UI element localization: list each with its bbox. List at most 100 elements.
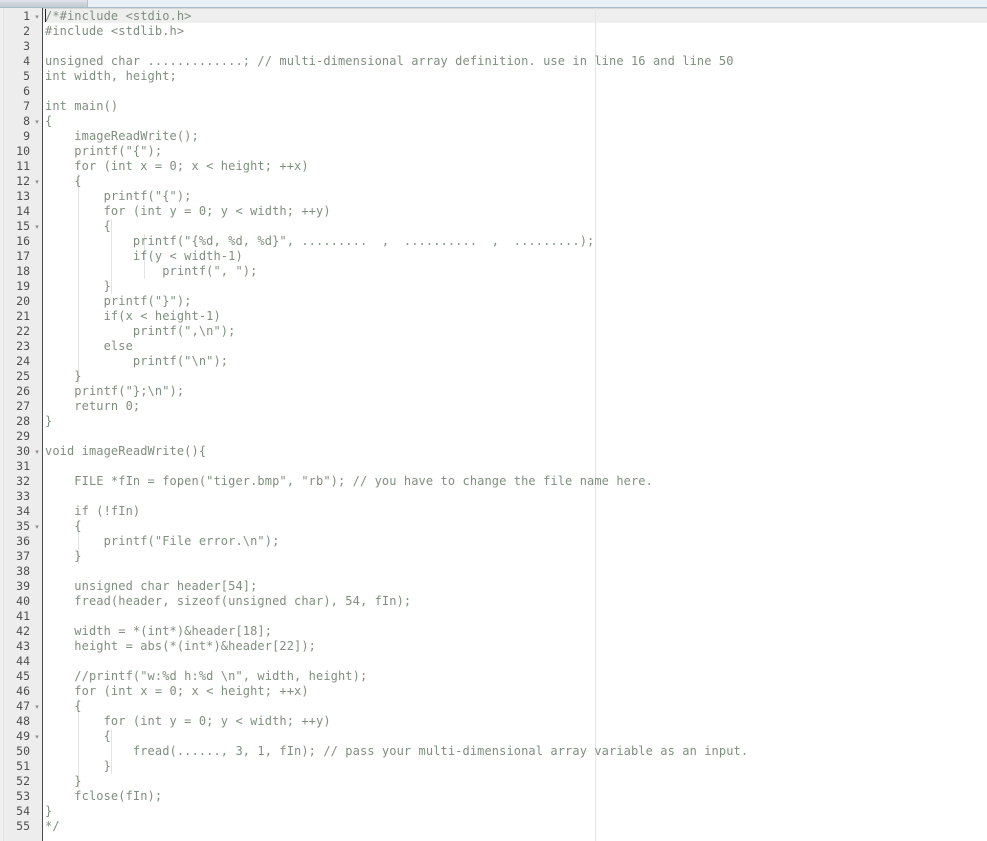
code-text: for (int x = 0; x < height; ++x) <box>45 684 309 698</box>
code-line[interactable]: 48 for (int y = 0; y < width; ++y) <box>0 714 987 729</box>
line-number: 44 <box>16 654 30 668</box>
code-line[interactable]: 47 ▾ { <box>0 699 987 714</box>
code-line[interactable]: 36 printf("File error.\n"); <box>0 534 987 549</box>
code-text: int width, height; <box>45 69 177 83</box>
editor-top-strip <box>0 0 987 8</box>
code-line[interactable]: 45 //printf("w:%d h:%d \n", width, heigh… <box>0 669 987 684</box>
code-line[interactable]: 37 } <box>0 549 987 564</box>
horizontal-scrollbar-track[interactable] <box>0 0 987 7</box>
code-text: FILE *fIn = fopen("tiger.bmp", "rb"); //… <box>45 474 653 488</box>
code-line[interactable]: 13 printf("{"); <box>0 189 987 204</box>
code-line[interactable]: 5 int width, height; <box>0 69 987 84</box>
code-line[interactable]: 4 unsigned char .............; // multi-d… <box>0 54 987 69</box>
fold-marker-icon[interactable]: ▾ <box>32 174 42 189</box>
code-text: printf(", "); <box>45 264 258 278</box>
code-line[interactable]: 23 else <box>0 339 987 354</box>
code-text: imageReadWrite(); <box>45 129 199 143</box>
code-line[interactable]: 51 } <box>0 759 987 774</box>
code-line[interactable]: 12 ▾ { <box>0 174 987 189</box>
code-line[interactable]: 19 } <box>0 279 987 294</box>
code-line[interactable]: 15 ▾ { <box>0 219 987 234</box>
code-line[interactable]: 30 ▾ void imageReadWrite(){ <box>0 444 987 459</box>
code-line[interactable]: 3 <box>0 39 987 54</box>
code-line[interactable]: 41 <box>0 609 987 624</box>
line-number: 1 <box>23 9 30 23</box>
code-line[interactable]: 52 } <box>0 774 987 789</box>
code-line[interactable]: 40 fread(header, sizeof(unsigned char), … <box>0 594 987 609</box>
code-line[interactable]: 16 printf("{%d, %d, %d}", ......... , ..… <box>0 234 987 249</box>
code-line[interactable]: 53 fclose(fIn); <box>0 789 987 804</box>
code-text: } <box>45 414 53 428</box>
code-line[interactable]: 27 return 0; <box>0 399 987 414</box>
fold-marker-icon[interactable]: ▾ <box>32 114 42 129</box>
horizontal-scrollbar-thumb[interactable] <box>0 0 88 7</box>
code-line[interactable]: 9 imageReadWrite(); <box>0 129 987 144</box>
code-line[interactable]: 6 <box>0 84 987 99</box>
code-line[interactable]: 33 <box>0 489 987 504</box>
code-text: { <box>45 729 111 743</box>
code-line[interactable]: 39 unsigned char header[54]; <box>0 579 987 594</box>
code-line[interactable]: 42 width = *(int*)&header[18]; <box>0 624 987 639</box>
code-line[interactable]: 38 <box>0 564 987 579</box>
fold-marker-icon[interactable]: ▾ <box>32 519 42 534</box>
code-text: printf("}"); <box>45 294 192 308</box>
code-line[interactable]: 22 printf(",\n"); <box>0 324 987 339</box>
code-line[interactable]: 10 printf("{"); <box>0 144 987 159</box>
code-line[interactable]: 34 if (!fIn) <box>0 504 987 519</box>
code-text: { <box>45 174 82 188</box>
code-line[interactable]: 14 for (int y = 0; y < width; ++y) <box>0 204 987 219</box>
line-number: 24 <box>16 354 30 368</box>
code-line[interactable]: 17 if(y < width-1) <box>0 249 987 264</box>
line-number: 48 <box>16 714 30 728</box>
fold-marker-icon[interactable]: ▾ <box>32 444 42 459</box>
code-text: } <box>45 549 82 563</box>
line-number: 36 <box>16 534 30 548</box>
code-text: fread(header, sizeof(unsigned char), 54,… <box>45 594 412 608</box>
code-line[interactable]: 25 } <box>0 369 987 384</box>
line-number: 27 <box>16 399 30 413</box>
code-line[interactable]: 8 ▾{ <box>0 114 987 129</box>
code-line[interactable]: 1 ▾/*#include <stdio.h> <box>0 9 987 24</box>
code-text: printf("{"); <box>45 144 163 158</box>
code-line[interactable]: 28} <box>0 414 987 429</box>
line-number: 33 <box>16 489 30 503</box>
code-line[interactable]: 50 fread(......, 3, 1, fIn); // pass you… <box>0 744 987 759</box>
line-number: 32 <box>16 474 30 488</box>
line-number: 31 <box>16 459 30 473</box>
code-line[interactable]: 7 int main() <box>0 99 987 114</box>
code-line[interactable]: 55 */ <box>0 819 987 834</box>
code-line[interactable]: 11 for (int x = 0; x < height; ++x) <box>0 159 987 174</box>
line-number: 7 <box>23 99 30 113</box>
fold-marker-icon[interactable]: ▾ <box>32 219 42 234</box>
code-line[interactable]: 46 for (int x = 0; x < height; ++x) <box>0 684 987 699</box>
code-line[interactable]: 32 FILE *fIn = fopen("tiger.bmp", "rb");… <box>0 474 987 489</box>
code-text: else <box>45 339 133 353</box>
code-line[interactable]: 20 printf("}"); <box>0 294 987 309</box>
code-line[interactable]: 2 #include <stdlib.h> <box>0 24 987 39</box>
line-number: 13 <box>16 189 30 203</box>
code-line[interactable]: 26 printf("};\n"); <box>0 384 987 399</box>
code-line[interactable]: 29 <box>0 429 987 444</box>
code-line[interactable]: 44 <box>0 654 987 669</box>
fold-marker-icon[interactable]: ▾ <box>32 729 42 744</box>
code-line[interactable]: 31 <box>0 459 987 474</box>
code-line[interactable]: 49 ▾ { <box>0 729 987 744</box>
fold-marker-icon[interactable]: ▾ <box>32 9 42 24</box>
code-text: unsigned char header[54]; <box>45 579 258 593</box>
code-line[interactable]: 18 printf(", "); <box>0 264 987 279</box>
code-line[interactable]: 21 if(x < height-1) <box>0 309 987 324</box>
fold-marker-icon[interactable]: ▾ <box>32 699 42 714</box>
line-number: 11 <box>16 159 30 173</box>
line-number: 30 <box>16 444 30 458</box>
code-line[interactable]: 43 height = abs(*(int*)&header[22]); <box>0 639 987 654</box>
code-viewport[interactable]: 1 ▾/*#include <stdio.h> 2 #include <stdlib.… <box>0 8 987 841</box>
code-text: unsigned char .............; // multi-di… <box>45 54 734 68</box>
text-caret <box>45 9 46 22</box>
code-line[interactable]: 24 printf("\n"); <box>0 354 987 369</box>
code-line[interactable]: 35 ▾ { <box>0 519 987 534</box>
code-text: for (int y = 0; y < width; ++y) <box>45 714 331 728</box>
code-text: int main() <box>45 99 119 113</box>
line-number: 55 <box>16 819 30 833</box>
line-number: 37 <box>16 549 30 563</box>
code-line[interactable]: 54} <box>0 804 987 819</box>
